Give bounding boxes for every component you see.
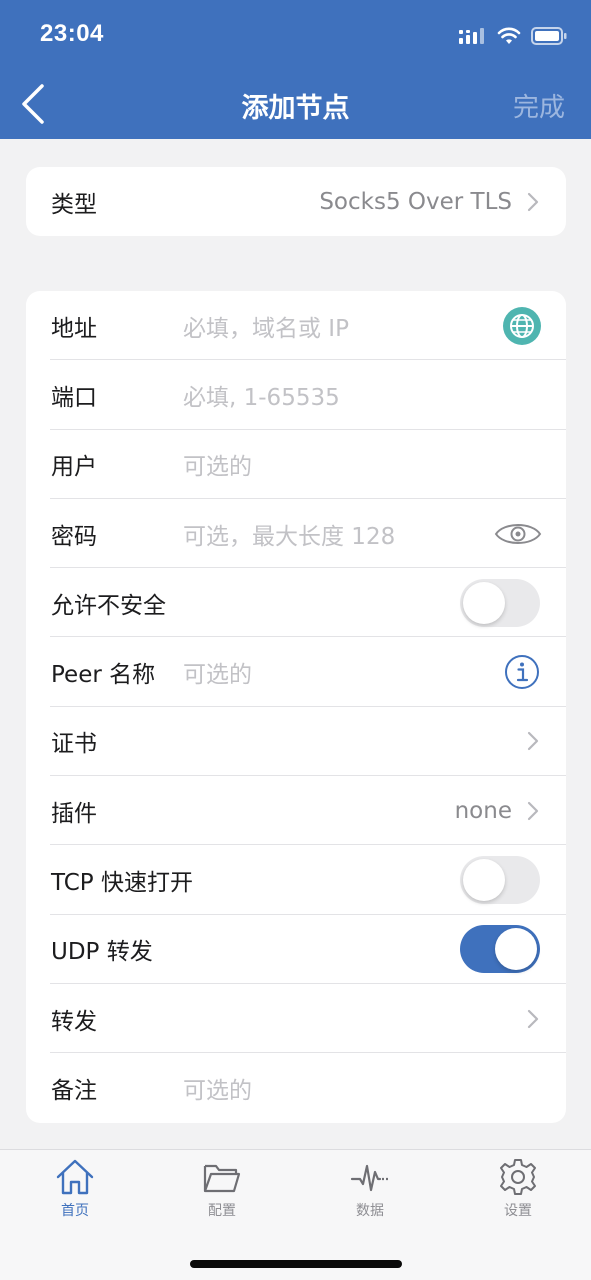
plugin-row[interactable]: 插件 none — [26, 776, 566, 846]
address-input[interactable]: 必填，域名或 IP — [183, 309, 349, 343]
user-row: 用户 可选的 — [26, 430, 566, 500]
gear-icon — [500, 1159, 536, 1195]
tab-config[interactable]: 配置 — [172, 1158, 272, 1228]
header-bar: 23:04 添加节点 完成 — [0, 0, 591, 139]
remark-label: 备注 — [51, 1077, 97, 1104]
tcp-fast-open-toggle[interactable] — [460, 856, 540, 905]
type-label: 类型 — [51, 191, 97, 218]
tab-config-label: 配置 — [208, 1203, 236, 1219]
page-title: 添加节点 — [241, 93, 350, 124]
tab-home[interactable]: 首页 — [25, 1158, 125, 1228]
chevron-right-icon — [527, 1009, 539, 1028]
port-row: 端口 必填, 1-65535 — [26, 360, 566, 430]
allow-insecure-row: 允许不安全 — [26, 568, 566, 638]
user-label: 用户 — [51, 454, 97, 481]
peer-name-input[interactable]: 可选的 — [183, 655, 252, 689]
forward-row[interactable]: 转发 — [26, 984, 566, 1054]
toggle-knob — [463, 859, 505, 902]
peer-name-label: Peer 名称 — [51, 662, 156, 689]
chevron-right-icon — [527, 801, 539, 820]
cellular-signal-icon — [459, 28, 484, 44]
node-form-card: 地址 必填，域名或 IP 端口 必填, 1-65535 用户 可选的 密码 可选… — [26, 291, 566, 1123]
chevron-right-icon — [527, 192, 539, 211]
plugin-label: 插件 — [51, 800, 97, 827]
address-label: 地址 — [51, 315, 97, 342]
remark-row: 备注 可选的 — [26, 1053, 566, 1122]
user-input[interactable]: 可选的 — [183, 447, 252, 481]
tab-settings-label: 设置 — [504, 1203, 532, 1219]
type-row[interactable]: 类型 Socks5 Over TLS — [26, 167, 566, 236]
done-button[interactable]: 完成 — [513, 87, 565, 124]
home-icon — [56, 1159, 94, 1195]
info-icon[interactable] — [504, 654, 540, 690]
status-icons — [459, 25, 567, 47]
forward-label: 转发 — [51, 1008, 97, 1035]
tcp-fast-open-label: TCP 快速打开 — [51, 870, 193, 897]
folder-icon — [203, 1164, 241, 1193]
type-value: Socks5 Over TLS — [319, 188, 512, 215]
udp-forward-row: UDP 转发 — [26, 915, 566, 985]
toggle-knob — [463, 581, 505, 624]
password-label: 密码 — [51, 523, 97, 550]
tab-settings[interactable]: 设置 — [468, 1158, 568, 1228]
certificate-label: 证书 — [51, 731, 97, 758]
allow-insecure-toggle[interactable] — [460, 578, 540, 627]
pulse-icon — [350, 1164, 388, 1192]
peer-name-row: Peer 名称 可选的 — [26, 637, 566, 708]
certificate-row[interactable]: 证书 — [26, 707, 566, 777]
status-time: 23:04 — [40, 20, 104, 47]
eye-icon[interactable] — [494, 519, 542, 549]
toggle-knob — [495, 928, 537, 971]
tab-home-label: 首页 — [61, 1203, 89, 1219]
tab-data[interactable]: 数据 — [320, 1158, 420, 1228]
type-card: 类型 Socks5 Over TLS — [26, 167, 566, 236]
chevron-right-icon — [527, 732, 539, 751]
udp-forward-label: UDP 转发 — [51, 939, 153, 966]
home-indicator — [190, 1260, 402, 1268]
port-input[interactable]: 必填, 1-65535 — [183, 378, 340, 412]
plugin-value: none — [454, 797, 512, 824]
password-input[interactable]: 可选，最大长度 128 — [183, 517, 395, 551]
address-row: 地址 必填，域名或 IP — [26, 291, 566, 361]
tab-data-label: 数据 — [356, 1203, 384, 1219]
allow-insecure-label: 允许不安全 — [51, 592, 166, 619]
udp-forward-toggle[interactable] — [460, 925, 540, 974]
password-row: 密码 可选，最大长度 128 — [26, 499, 566, 569]
remark-input[interactable]: 可选的 — [183, 1071, 252, 1105]
battery-icon — [531, 27, 567, 45]
tcp-fast-open-row: TCP 快速打开 — [26, 845, 566, 915]
port-label: 端口 — [51, 384, 97, 411]
wifi-icon — [497, 27, 521, 44]
globe-icon[interactable] — [502, 306, 542, 346]
